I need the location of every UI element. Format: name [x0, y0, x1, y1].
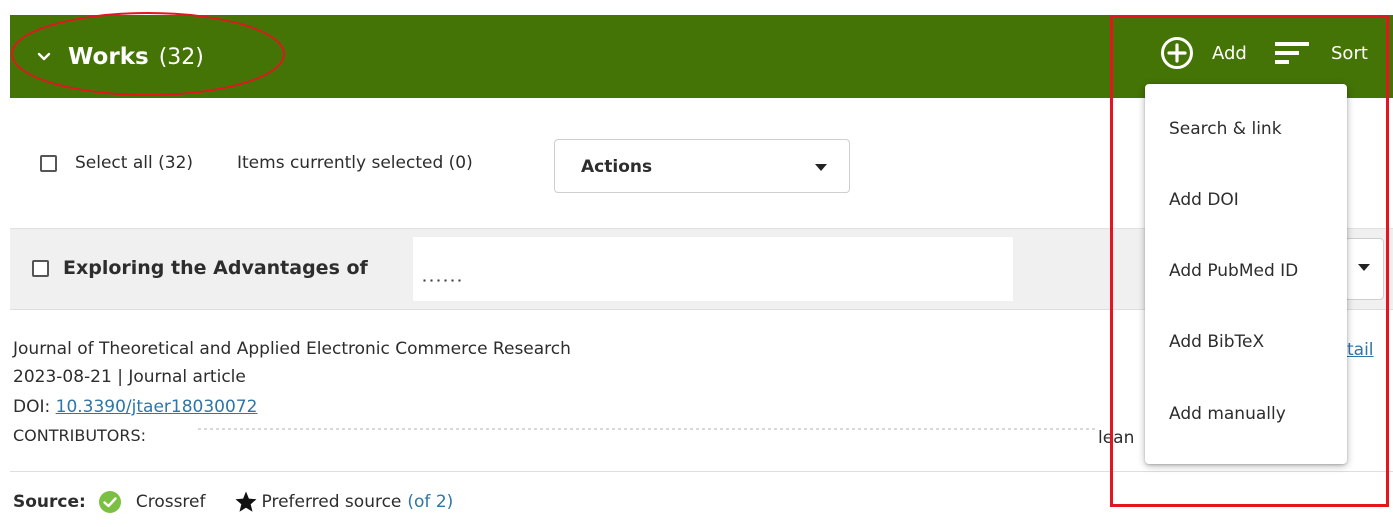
source-count-link[interactable]: (of 2)	[407, 492, 453, 512]
select-all[interactable]: Select all (32)	[40, 153, 193, 173]
items-selected-text: Items currently selected (0)	[237, 153, 473, 173]
work-title: Exploring the Advantages of	[63, 257, 368, 279]
select-all-checkbox[interactable]	[40, 154, 57, 172]
work-title-row: Exploring the Advantages of	[32, 257, 368, 279]
source-row: Source: Crossref Preferred source (of 2)	[13, 490, 453, 514]
redaction-marks	[421, 278, 463, 283]
work-checkbox[interactable]	[32, 259, 49, 277]
work-date-type: 2023-08-21 | Journal article	[13, 367, 246, 387]
highlight-ellipse	[11, 12, 285, 96]
actions-label: Actions	[581, 157, 653, 177]
star-icon	[235, 491, 256, 512]
doi-link[interactable]: 10.3390/jtaer18030072	[56, 397, 258, 417]
check-circle-icon	[98, 491, 121, 513]
caret-down-icon	[815, 164, 827, 171]
redacted-title-area	[413, 237, 1013, 301]
select-all-label: Select all (32)	[75, 153, 194, 173]
source-label: Source:	[13, 492, 86, 512]
source-name: Crossref	[135, 492, 206, 512]
preferred-source-label: Preferred source	[261, 492, 402, 512]
doi-row: DOI: 10.3390/jtaer18030072	[13, 397, 257, 417]
highlight-rectangle	[1110, 15, 1389, 507]
actions-dropdown[interactable]: Actions	[554, 139, 850, 193]
contributors-label: CONTRIBUTORS:	[13, 426, 147, 445]
redacted-contributors	[198, 428, 1095, 430]
doi-label: DOI:	[13, 397, 51, 417]
journal-name: Journal of Theoretical and Applied Elect…	[13, 339, 571, 359]
